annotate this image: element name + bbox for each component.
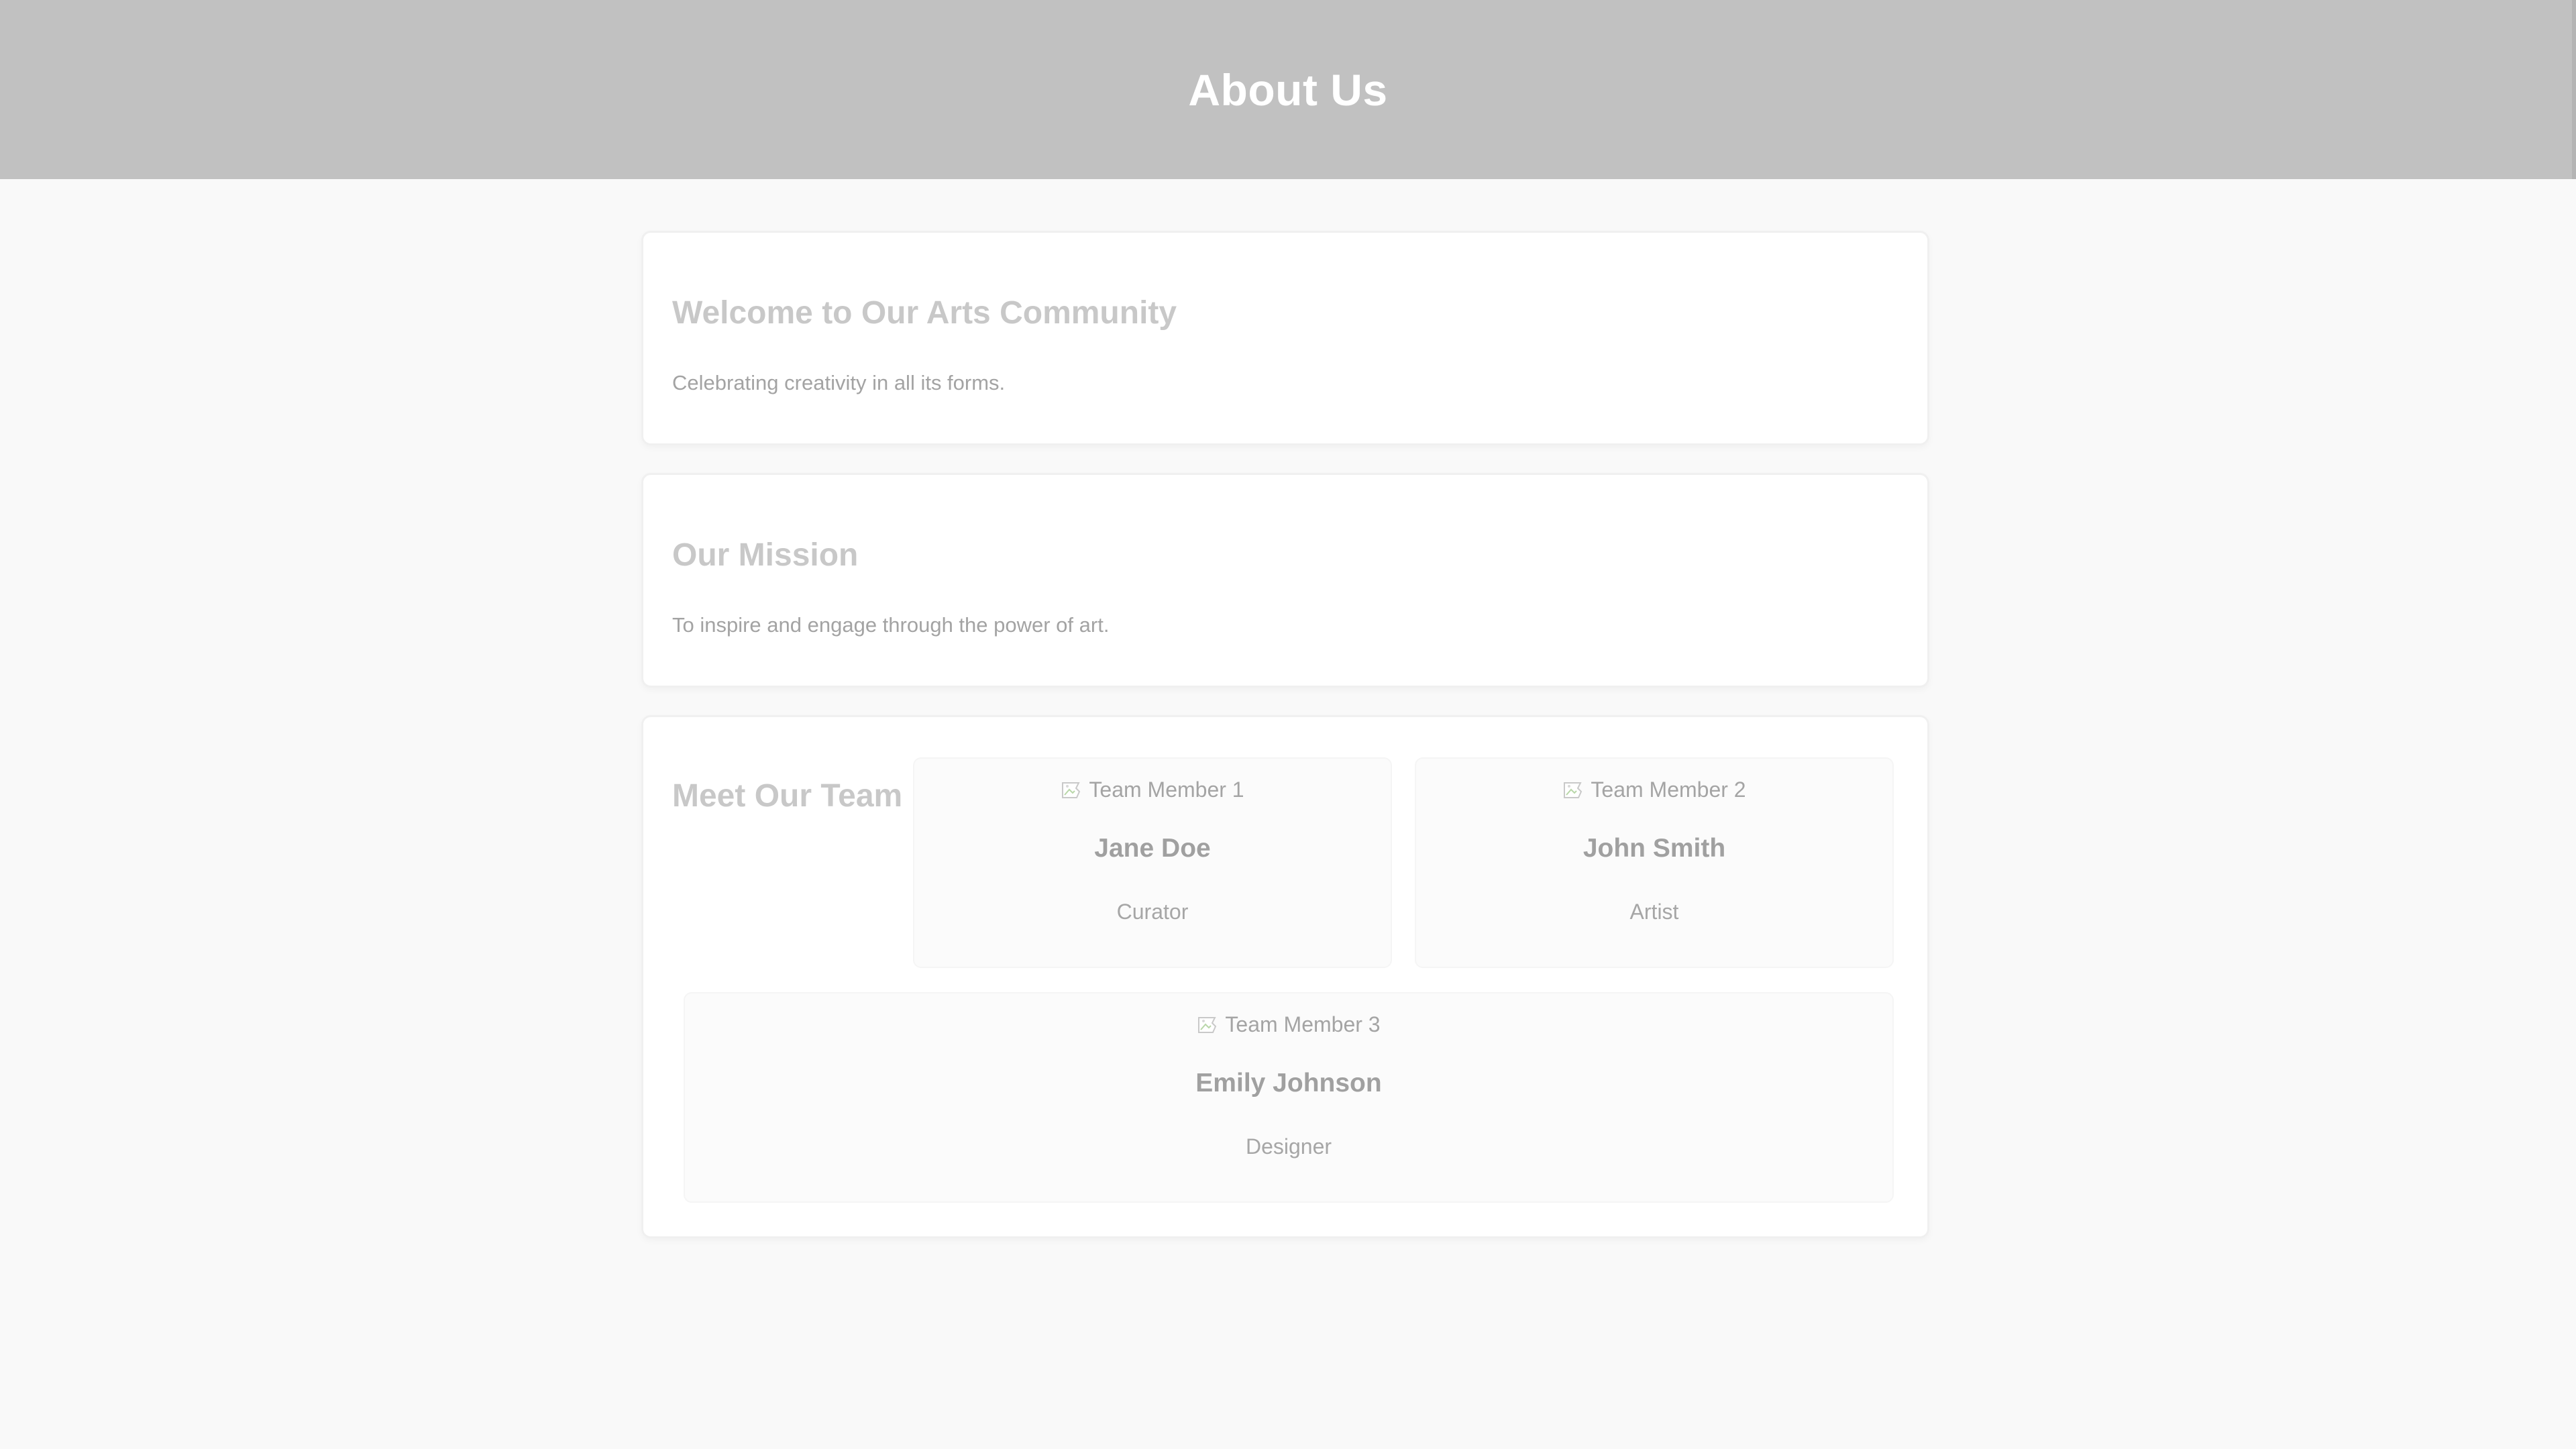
broken-image-icon xyxy=(1562,780,1587,800)
team-member-card: Team Member 1 Jane Doe Curator xyxy=(913,757,1392,968)
team-member-photo: Team Member 3 xyxy=(685,1012,1892,1037)
broken-image-icon xyxy=(1197,1015,1221,1035)
mission-heading: Our Mission xyxy=(672,537,859,573)
mission-section: Our Mission To inspire and engage throug… xyxy=(641,473,1929,688)
team-member-name: Emily Johnson xyxy=(1195,1069,1382,1097)
team-member-photo-alt: Team Member 2 xyxy=(1591,777,1746,802)
team-member-photo-alt: Team Member 3 xyxy=(1225,1012,1381,1036)
team-member-name: John Smith xyxy=(1582,834,1726,863)
welcome-heading: Welcome to Our Arts Community xyxy=(672,295,1177,331)
main-content: Welcome to Our Arts Community Celebratin… xyxy=(641,231,1929,1266)
team-member-photo: Team Member 1 xyxy=(914,777,1391,802)
site-header: About Us xyxy=(0,0,2576,179)
mission-text: To inspire and engage through the power … xyxy=(672,613,1110,637)
team-member-role: Artist xyxy=(1629,900,1679,924)
welcome-section: Welcome to Our Arts Community Celebratin… xyxy=(641,231,1929,445)
team-member-card: Team Member 2 John Smith Artist xyxy=(1415,757,1894,968)
team-member-name: Jane Doe xyxy=(1094,834,1211,863)
team-member-photo-alt: Team Member 1 xyxy=(1089,777,1244,802)
broken-image-icon xyxy=(1061,780,1085,800)
team-heading: Meet Our Team xyxy=(672,778,903,814)
welcome-text: Celebrating creativity in all its forms. xyxy=(672,371,1006,394)
team-member-role: Designer xyxy=(1245,1134,1332,1159)
window-edge xyxy=(2572,0,2576,179)
page-title: About Us xyxy=(1188,64,1388,115)
team-member-role: Curator xyxy=(1116,900,1189,924)
team-section: Meet Our Team Team Member 1 Jane Doe Cur… xyxy=(641,715,1929,1238)
team-member-photo: Team Member 2 xyxy=(1416,777,1892,802)
team-member-card: Team Member 3 Emily Johnson Designer xyxy=(684,992,1894,1203)
